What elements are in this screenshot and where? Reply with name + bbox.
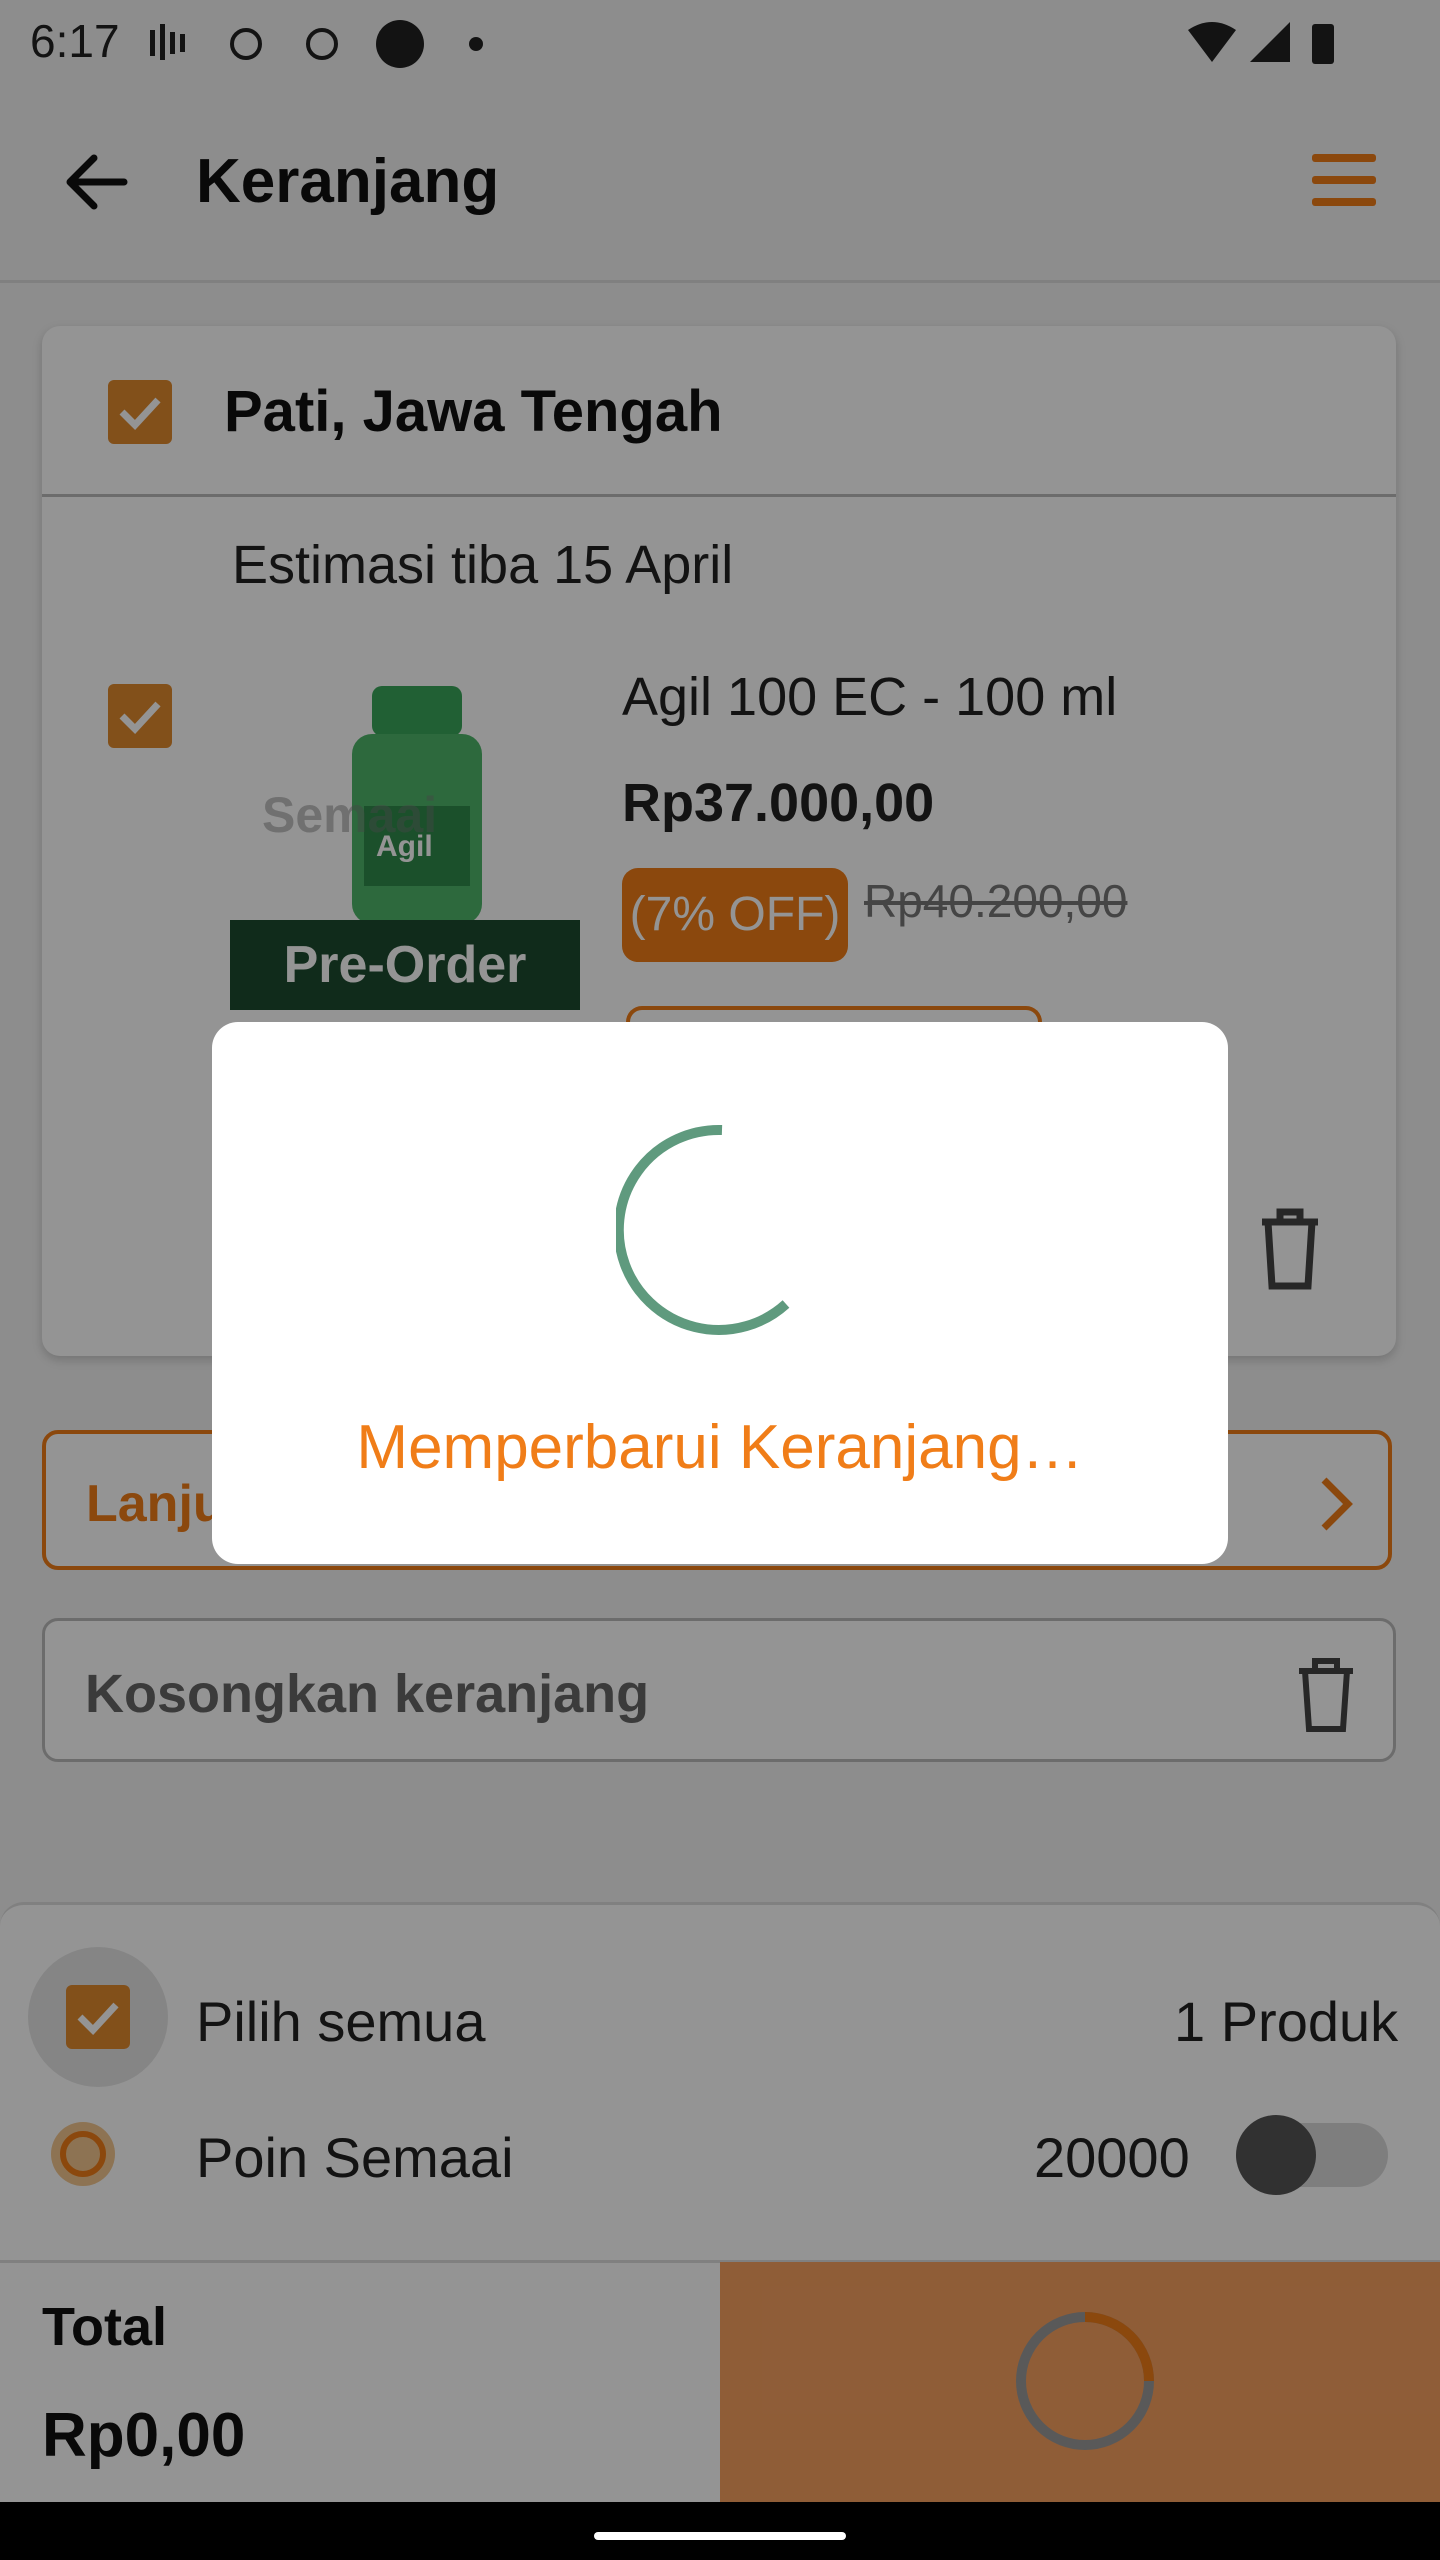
loading-dialog: Memperbarui Keranjang… — [212, 1022, 1228, 1564]
loading-message: Memperbarui Keranjang… — [356, 1413, 1084, 1482]
system-nav-bar — [0, 2502, 1440, 2560]
loading-spinner-icon — [616, 1124, 790, 1335]
home-gesture-pill[interactable] — [594, 2532, 846, 2540]
